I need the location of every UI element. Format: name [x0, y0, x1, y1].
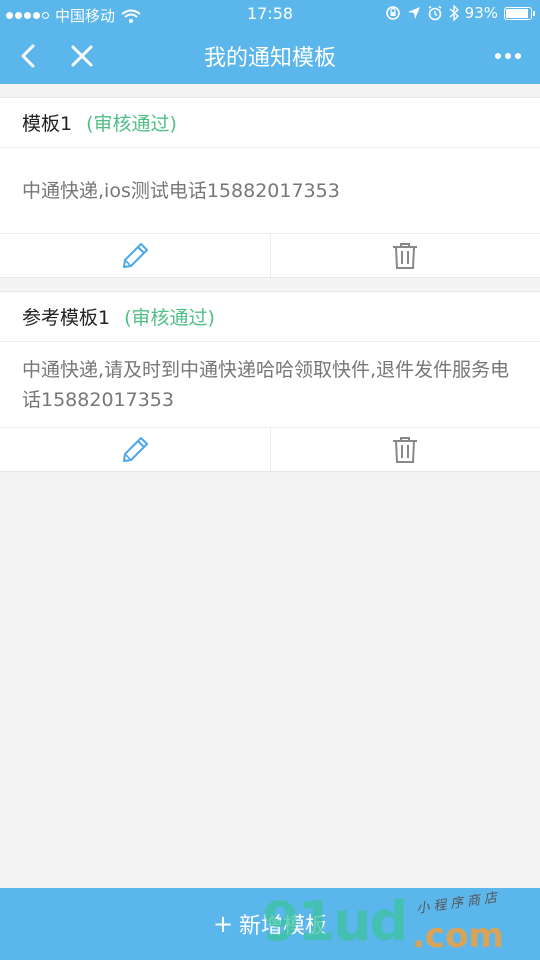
delete-button[interactable]	[269, 234, 540, 277]
add-template-label: 新增模板	[239, 914, 328, 939]
template-content-text: 中通快递,ios测试电话15882017353	[22, 179, 340, 202]
template-card: 模板1 (审核通过) 中通快递,ios测试电话15882017353	[0, 97, 540, 278]
status-bar: 中国移动 17:58 93%	[0, 0, 540, 28]
header: 中国移动 17:58 93% 我的通知模板	[0, 0, 540, 84]
rotation-lock-icon	[385, 6, 400, 20]
pencil-icon	[122, 436, 148, 462]
template-name: 参考模板1	[22, 307, 111, 329]
template-card-header: 模板1 (审核通过)	[0, 98, 540, 148]
close-icon	[71, 45, 93, 67]
add-template-button[interactable]: + 新增模板	[0, 888, 540, 960]
edit-button[interactable]	[0, 234, 270, 277]
battery-icon	[504, 6, 535, 20]
alarm-icon	[428, 5, 442, 21]
template-content: 中通快递,ios测试电话15882017353	[0, 148, 540, 234]
battery-fill	[506, 8, 529, 18]
battery-percent: 93%	[464, 4, 498, 22]
more-button[interactable]	[490, 38, 526, 74]
location-icon	[407, 7, 420, 19]
template-status: (审核通过)	[124, 307, 215, 329]
template-content: 中通快递,请及时到中通快递哈哈领取快件,退件发件服务电话15882017353	[0, 342, 540, 428]
more-dots-icon	[495, 53, 501, 59]
template-actions	[0, 234, 540, 277]
nav-bar: 我的通知模板	[0, 28, 540, 84]
close-button[interactable]	[64, 38, 100, 74]
pencil-icon	[122, 242, 148, 268]
template-card-header: 参考模板1 (审核通过)	[0, 292, 540, 342]
template-actions	[0, 428, 540, 471]
template-status: (审核通过)	[86, 113, 177, 135]
template-name: 模板1	[22, 113, 73, 135]
chevron-left-icon	[21, 44, 35, 68]
edit-button[interactable]	[0, 428, 270, 471]
trash-icon	[393, 242, 418, 269]
template-card: 参考模板1 (审核通过) 中通快递,请及时到中通快递哈哈领取快件,退件发件服务电…	[0, 291, 540, 472]
status-right: 93%	[385, 4, 535, 22]
trash-icon	[393, 436, 418, 463]
bluetooth-icon	[449, 5, 459, 21]
template-content-text: 中通快递,请及时到中通快递哈哈领取快件,退件发件服务电话15882017353	[22, 358, 510, 411]
plus-icon: +	[212, 910, 234, 938]
back-button[interactable]	[12, 38, 48, 74]
delete-button[interactable]	[269, 428, 540, 471]
